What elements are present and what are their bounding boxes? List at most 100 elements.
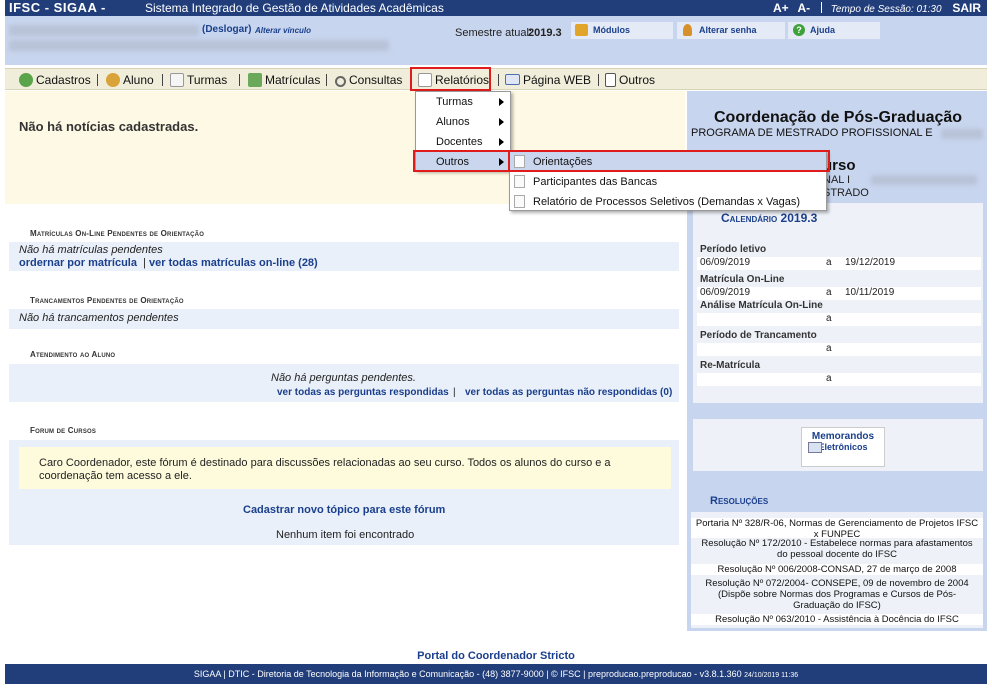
ver-respondidas-link[interactable]: ver todas as perguntas respondidas	[277, 387, 449, 398]
logout-button[interactable]: SAIR	[952, 0, 981, 16]
turmas-icon	[170, 73, 184, 87]
menu-matriculas[interactable]: Matrículas	[248, 72, 320, 88]
header-divider	[820, 2, 822, 13]
system-title: Sistema Integrado de Gestão de Atividade…	[145, 1, 444, 15]
menu-consultas[interactable]: Consultas	[335, 72, 402, 88]
menu-outros-label: Outros	[619, 73, 656, 87]
period-separator: a	[826, 313, 832, 324]
memorandos-line1: Memorandos	[811, 431, 875, 442]
submenu-participantes-bancas[interactable]: Participantes das Bancas	[510, 172, 826, 192]
footer-text: SIGAA | DTIC - Diretoria de Tecnologia d…	[193, 669, 742, 679]
web-icon	[505, 74, 520, 85]
semester-value: 2019.3	[528, 27, 562, 39]
atendimento-section-title: Atendimento ao Aluno	[30, 350, 116, 359]
trancamentos-panel: Não há trancamentos pendentes	[9, 309, 679, 329]
matriculas-link-separator: |	[143, 257, 146, 269]
deslogar-link[interactable]: (Deslogar)	[202, 24, 251, 35]
period-row: a	[697, 373, 981, 386]
phone-icon	[605, 73, 616, 87]
menu-consultas-label: Consultas	[349, 73, 403, 87]
dropdown-alunos[interactable]: Alunos	[416, 112, 510, 132]
menu-turmas[interactable]: Turmas	[170, 72, 227, 88]
mail-icon	[808, 442, 822, 453]
cadastrar-topico-link[interactable]: Cadastrar novo tópico para este fórum	[243, 504, 445, 516]
ordenar-matricula-link[interactable]: ordernar por matrícula	[19, 257, 137, 269]
submenu-processos-seletivos[interactable]: Relatório de Processos Seletivos (Demand…	[510, 192, 826, 212]
document-icon	[514, 195, 525, 208]
submenu-participantes-label: Participantes das Bancas	[533, 176, 658, 188]
menu-cadastros-label: Cadastros	[36, 73, 91, 87]
highlight-outros	[413, 150, 511, 172]
highlight-relatorios	[410, 67, 491, 91]
calendar-box: Calendário 2019.3 Período letivo 06/09/20…	[693, 203, 983, 403]
menu-separator	[326, 74, 327, 86]
resolution-item[interactable]: Portaria Nº 328/R-06, Normas de Gerencia…	[691, 518, 983, 540]
dropdown-docentes[interactable]: Docentes	[416, 132, 510, 152]
main-menu: Cadastros Aluno Turmas Matrículas Consul…	[5, 68, 987, 90]
user-info-redacted	[9, 40, 389, 51]
memorandos-button[interactable]: Memorandos Eletrônicos	[801, 427, 885, 467]
trancamentos-section-title: Trancamentos Pendentes de Orientação	[30, 296, 184, 305]
submenu-arrow-icon	[499, 98, 504, 106]
course-line1: NAL I	[823, 174, 851, 186]
footer-timestamp: 24/10/2019 11:36	[744, 672, 799, 679]
menu-matriculas-label: Matrículas	[265, 73, 321, 87]
period-separator: a	[826, 257, 832, 268]
menu-separator	[162, 74, 163, 86]
program-name-redacted	[941, 129, 983, 139]
menu-separator	[498, 74, 499, 86]
resolution-item[interactable]: Resolução Nº 072/2004- CONSEPE, 09 de no…	[691, 578, 983, 611]
help-button[interactable]: ? Ajuda	[788, 22, 880, 39]
period-separator: a	[826, 373, 832, 384]
highlight-orientacoes	[508, 150, 830, 172]
portal-coordenador-link[interactable]: Portal do Coordenador Stricto	[417, 650, 575, 662]
period-start: 06/09/2019	[700, 257, 751, 268]
period-label: Matrícula On-Line	[700, 274, 785, 285]
calendar-title: Calendário 2019.3	[721, 211, 818, 225]
dropdown-alunos-label: Alunos	[436, 116, 470, 128]
ver-matriculas-online-link[interactable]: ver todas matrículas on-line (28)	[149, 257, 318, 269]
menu-pagina-web[interactable]: Página WEB	[505, 72, 591, 88]
modules-icon	[575, 24, 588, 36]
menu-turmas-label: Turmas	[187, 73, 228, 87]
resolutions-title: Resoluções	[710, 495, 769, 507]
change-password-label: Alterar senha	[699, 25, 757, 35]
menu-aluno[interactable]: Aluno	[106, 72, 154, 88]
footer-bar: SIGAA | DTIC - Diretoria de Tecnologia d…	[5, 664, 987, 684]
period-end: 10/11/2019	[845, 287, 895, 298]
menu-separator	[598, 74, 599, 86]
matriculas-section-title: Matrículas On-Line Pendentes de Orientaç…	[30, 229, 205, 238]
document-icon	[514, 175, 525, 188]
period-separator: a	[826, 343, 832, 354]
resolution-item[interactable]: Resolução Nº 006/2008-CONSAD, 27 de març…	[691, 564, 983, 575]
dropdown-turmas[interactable]: Turmas	[416, 92, 510, 112]
course-line2: STRADO	[823, 187, 869, 199]
semester-label: Semestre atual:	[455, 27, 533, 39]
modules-button[interactable]: Módulos	[571, 22, 673, 39]
resolution-item[interactable]: Resolução Nº 172/2010 - Estabelece norma…	[691, 538, 983, 560]
atendimento-link-separator: |	[453, 387, 456, 398]
submenu-arrow-icon	[499, 118, 504, 126]
submenu-processos-label: Relatório de Processos Seletivos (Demand…	[533, 196, 800, 208]
menu-outros[interactable]: Outros	[605, 72, 655, 88]
change-password-button[interactable]: Alterar senha	[677, 22, 785, 39]
menu-cadastros[interactable]: Cadastros	[19, 72, 91, 88]
font-decrease-button[interactable]: A-	[797, 0, 810, 16]
cadastros-icon	[19, 73, 33, 87]
course-name-redacted	[871, 175, 977, 185]
matriculas-icon	[248, 73, 262, 87]
alterar-vinculo-link[interactable]: Alterar vínculo	[255, 26, 311, 35]
period-row: a	[697, 343, 981, 356]
resolution-item[interactable]: Resolução Nº 063/2010 - Assistência à Do…	[691, 614, 983, 625]
user-name-redacted	[9, 25, 199, 36]
coord-title: Coordenação de Pós-Graduação	[714, 109, 963, 126]
menu-aluno-label: Aluno	[123, 73, 154, 87]
menu-separator	[239, 74, 240, 86]
font-increase-button[interactable]: A+	[773, 0, 789, 16]
period-row: 06/09/2019 a 19/12/2019	[697, 257, 981, 270]
forum-notice: Caro Coordenador, este fórum é destinado…	[19, 447, 671, 489]
footer-portal: Portal do Coordenador Stricto	[5, 650, 987, 662]
ver-nao-respondidas-link[interactable]: ver todas as perguntas não respondidas (…	[465, 387, 672, 398]
submenu-arrow-icon	[499, 138, 504, 146]
dropdown-docentes-label: Docentes	[436, 136, 483, 148]
